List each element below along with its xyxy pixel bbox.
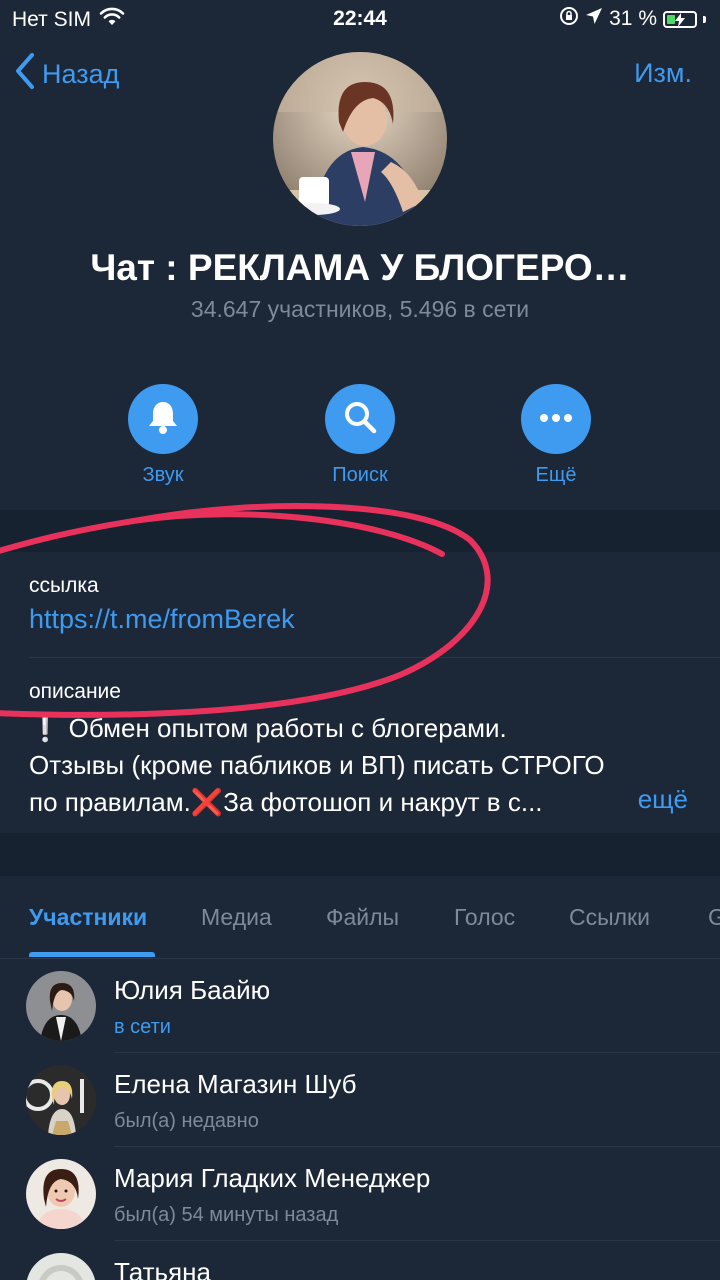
description-line: по правилам.❌За фотошоп и накрут в с...: [29, 787, 543, 817]
search-icon: [342, 399, 378, 440]
invite-link[interactable]: https://t.me/fromBerek: [29, 604, 295, 635]
more-circle: [521, 384, 591, 454]
member-name: Елена Магазин Шуб: [114, 1069, 357, 1099]
member-status: в сети: [114, 1016, 171, 1038]
chat-avatar[interactable]: [273, 52, 447, 226]
tab-gifs[interactable]: G: [708, 904, 720, 931]
back-label: Назад: [42, 59, 120, 89]
tab-links[interactable]: Ссылки: [569, 904, 650, 931]
member-row[interactable]: Елена Магазин Шуб был(а) недавно: [0, 1053, 720, 1147]
battery-percent: 31 %: [609, 7, 657, 30]
more-icon: [538, 410, 574, 428]
location-icon: [585, 7, 603, 31]
status-right: 31 %: [559, 6, 706, 32]
avatar: [26, 1253, 96, 1280]
member-name: Мария Гладких Менеджер: [114, 1163, 431, 1193]
section-separator: [0, 833, 720, 876]
chat-subtitle: 34.647 участников, 5.496 в сети: [190, 296, 530, 322]
section-separator: [0, 510, 720, 552]
member-name: Юлия Баайю: [114, 975, 271, 1005]
info-divider: [29, 657, 720, 658]
member-row[interactable]: Юлия Баайю в сети: [0, 959, 720, 1053]
tab-files[interactable]: Файлы: [326, 904, 399, 931]
chevron-left-icon: [14, 52, 36, 97]
sound-button[interactable]: Звук: [93, 384, 233, 487]
member-row[interactable]: Татьяна: [0, 1241, 720, 1280]
tab-indicator: [29, 952, 155, 957]
back-button[interactable]: Назад: [14, 52, 119, 97]
status-bar: Нет SIM 22:44 31 %: [0, 0, 720, 40]
sound-circle: [128, 384, 198, 454]
media-tabs: Участники Медиа Файлы Голос Ссылки G: [0, 876, 720, 958]
avatar: [26, 1065, 96, 1135]
search-button[interactable]: Поиск: [290, 384, 430, 487]
search-circle: [325, 384, 395, 454]
more-label: Ещё: [535, 464, 577, 486]
battery-icon: [663, 10, 697, 28]
tab-media[interactable]: Медиа: [201, 904, 272, 931]
member-name: Татьяна: [114, 1257, 211, 1280]
avatar: [26, 1159, 96, 1229]
description-text: ❕ Обмен опытом работы с блогерами. Отзыв…: [29, 710, 699, 821]
link-label: ссылка: [29, 574, 99, 597]
chat-title: Чат : РЕКЛАМА У БЛОГЕРО…: [90, 247, 630, 288]
edit-button[interactable]: Изм.: [634, 58, 692, 89]
more-button[interactable]: Ещё: [486, 384, 626, 487]
member-status: был(а) недавно: [114, 1110, 259, 1132]
avatar: [26, 971, 96, 1041]
tab-voice[interactable]: Голос: [454, 904, 515, 931]
member-row[interactable]: Мария Гладких Менеджер был(а) 54 минуты …: [0, 1147, 720, 1241]
tab-members[interactable]: Участники: [29, 904, 147, 931]
description-line: Отзывы (кроме пабликов и ВП) писать СТРО…: [29, 750, 605, 780]
sound-label: Звук: [142, 464, 184, 486]
member-status: был(а) 54 минуты назад: [114, 1204, 339, 1226]
battery-tip: [703, 15, 706, 23]
bell-icon: [146, 399, 180, 440]
description-label: описание: [29, 680, 121, 703]
rotation-lock-icon: [559, 6, 579, 32]
search-label: Поиск: [332, 464, 388, 486]
description-line: ❕ Обмен опытом работы с блогерами.: [29, 713, 507, 743]
screen: Нет SIM 22:44 31 % Назад Изм. Чат: РЕКЛ…: [0, 0, 720, 1280]
description-more-link[interactable]: ещё: [638, 784, 688, 815]
